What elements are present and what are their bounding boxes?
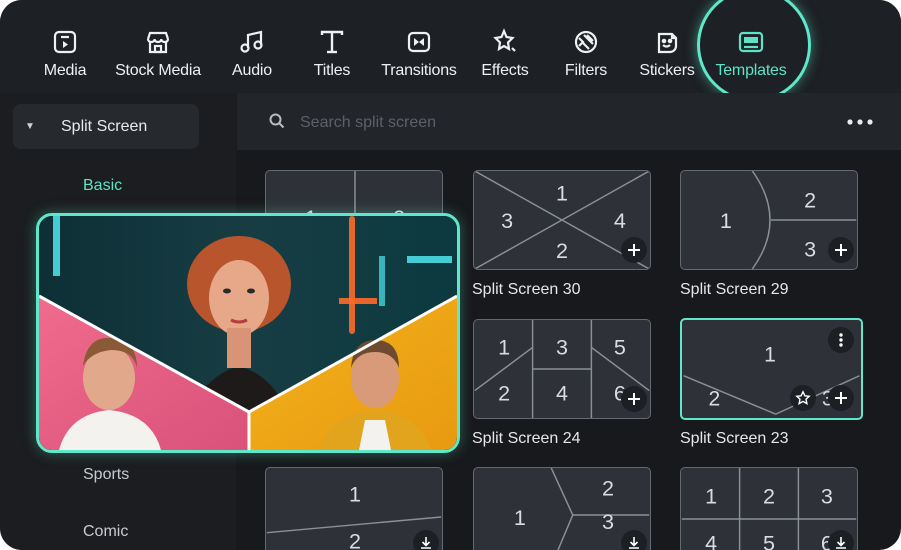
tab-stickers[interactable]: Stickers	[636, 0, 698, 93]
template-icon	[738, 31, 764, 53]
cell-number: 2	[763, 483, 775, 508]
media-icon	[53, 30, 77, 54]
app-window: Media Stock Media Audio Titles Transitio…	[0, 0, 901, 550]
sidebar-category-split-screen[interactable]: ▼ Split Screen	[13, 104, 199, 149]
cell-number: 2	[498, 380, 510, 405]
tab-transitions[interactable]: Transitions	[376, 0, 462, 93]
download-button[interactable]	[828, 530, 854, 550]
star-icon	[795, 390, 811, 405]
tab-label: Stickers	[639, 62, 695, 79]
sparkle-icon	[493, 28, 516, 52]
tab-label: Effects	[481, 62, 529, 79]
preview-illustration	[39, 216, 457, 450]
kebab-menu-icon	[839, 333, 843, 347]
add-button[interactable]	[621, 237, 647, 263]
transition-icon	[407, 31, 431, 53]
cell-number: 3	[804, 236, 816, 261]
add-button[interactable]	[828, 385, 854, 411]
tab-titles[interactable]: Titles	[308, 0, 356, 93]
filter-icon	[574, 30, 598, 54]
tab-audio[interactable]: Audio	[224, 0, 280, 93]
cell-number: 3	[602, 509, 614, 534]
tab-label: Templates	[715, 62, 787, 79]
download-icon	[421, 537, 431, 549]
cell-number: 1	[498, 334, 510, 359]
tab-stock-media[interactable]: Stock Media	[109, 0, 207, 93]
music-note-icon	[240, 30, 263, 53]
card-caption: Split Screen 23	[680, 430, 789, 447]
plus-icon	[835, 244, 847, 256]
cell-number: 3	[501, 208, 513, 233]
tab-effects[interactable]: Effects	[476, 0, 534, 93]
search-icon	[269, 113, 285, 129]
tab-label: Stock Media	[115, 62, 201, 79]
tab-templates[interactable]: Templates	[710, 0, 792, 93]
cell-number: 1	[514, 505, 526, 530]
tab-filters[interactable]: Filters	[560, 0, 612, 93]
cell-number: 2	[349, 528, 361, 550]
cell-number: 1	[720, 208, 732, 233]
tab-label: Media	[43, 62, 87, 79]
cell-number: 1	[705, 483, 717, 508]
sidebar-item-basic[interactable]: Basic	[83, 177, 122, 195]
cell-number: 1	[349, 481, 361, 506]
download-icon	[836, 537, 846, 549]
plus-icon	[835, 392, 847, 404]
plus-icon	[628, 244, 640, 256]
cell-number: 4	[556, 380, 568, 405]
download-icon	[629, 537, 639, 549]
cell-number: 3	[556, 334, 568, 359]
card-caption: Split Screen 24	[472, 430, 581, 447]
tab-media[interactable]: Media	[36, 0, 94, 93]
sidebar-item-comic[interactable]: Comic	[83, 523, 128, 541]
cell-number: 3	[821, 483, 833, 508]
add-button[interactable]	[621, 386, 647, 412]
cell-number: 2	[708, 388, 720, 411]
download-button[interactable]	[413, 530, 439, 550]
tab-label: Filters	[564, 62, 608, 79]
card-caption: Split Screen 29	[680, 281, 789, 298]
tab-label: Transitions	[381, 62, 457, 79]
caret-down-icon: ▼	[25, 121, 35, 132]
cell-number: 4	[614, 208, 626, 233]
top-toolbar: Media Stock Media Audio Titles Transitio…	[0, 0, 901, 102]
cell-number: 2	[556, 238, 568, 263]
favorite-button[interactable]	[790, 385, 816, 411]
stock-media-icon	[146, 31, 170, 54]
download-button[interactable]	[621, 530, 647, 550]
text-t-icon	[320, 30, 344, 54]
card-caption: Split Screen 30	[472, 281, 581, 298]
plus-icon	[628, 393, 640, 405]
split-screen-preview	[36, 213, 460, 453]
more-options-button[interactable]	[828, 327, 854, 353]
cell-number: 1	[556, 180, 568, 205]
cell-number: 4	[705, 530, 717, 550]
sidebar-category-label: Split Screen	[61, 118, 148, 135]
add-button[interactable]	[828, 237, 854, 263]
cell-number: 5	[763, 530, 775, 550]
tab-label: Titles	[313, 62, 351, 79]
cell-number: 1	[764, 343, 776, 366]
tab-label: Audio	[232, 62, 272, 79]
cell-number: 5	[614, 334, 626, 359]
sticker-icon	[657, 32, 678, 54]
cell-number: 2	[804, 187, 816, 212]
search-input[interactable]	[298, 110, 782, 136]
cell-number: 2	[602, 475, 614, 500]
sidebar-item-sports[interactable]: Sports	[83, 466, 129, 484]
more-options-icon[interactable]	[846, 118, 874, 126]
